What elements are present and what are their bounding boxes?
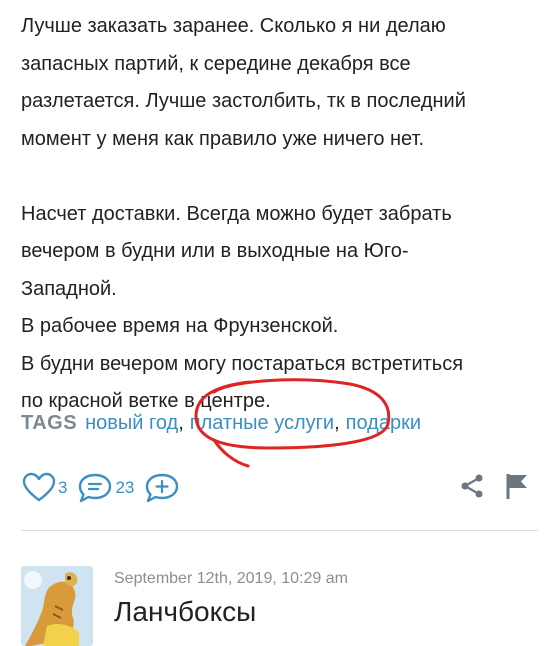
- add-comment-icon[interactable]: [144, 472, 180, 504]
- post-actions-right: [459, 470, 529, 506]
- tags-row: TAGS новый год, платные услуги, подарки: [21, 404, 421, 442]
- post-body: Лучше заказать заранее. Сколько я ни дел…: [21, 8, 541, 421]
- post-line: Западной.: [21, 277, 117, 300]
- tag-link-new-year[interactable]: новый год: [85, 412, 178, 434]
- post-line: Насчет доставки. Всегда можно будет забр…: [21, 202, 452, 225]
- post-line: разлетается. Лучше застолбить, тк в посл…: [21, 90, 466, 112]
- post-line: В рабочее время на Фрунзенской.: [21, 315, 339, 337]
- post-line: момент у меня как правило уже ничего нет…: [21, 127, 425, 150]
- post-line: Лучше заказать заранее. Сколько я ни дел…: [21, 15, 446, 37]
- tag-link-gifts[interactable]: подарки: [346, 412, 421, 434]
- heart-icon[interactable]: [22, 472, 56, 504]
- tag-separator: ,: [334, 412, 340, 434]
- section-divider: [21, 530, 538, 531]
- tag-link-paid-services[interactable]: платные услуги: [190, 412, 334, 434]
- comment-icon[interactable]: [77, 472, 113, 504]
- share-icon[interactable]: [459, 473, 485, 504]
- tags-label: TAGS: [21, 412, 78, 434]
- comment-count[interactable]: 23: [115, 478, 134, 498]
- flag-icon[interactable]: [505, 472, 529, 505]
- post-line: вечером в будни или в выходные на Юго-: [21, 240, 409, 262]
- tag-separator: ,: [178, 412, 184, 434]
- post-date: September 12th, 2019, 10:29 am: [114, 570, 348, 587]
- post-title[interactable]: Ланчбоксы: [114, 596, 256, 628]
- post-actions: 3 23: [22, 470, 180, 506]
- post-line: В будни вечером могу постараться встрети…: [21, 352, 464, 375]
- post-line: запасных партий, к середине декабря все: [21, 52, 411, 75]
- post-thumbnail[interactable]: [21, 566, 93, 646]
- like-count[interactable]: 3: [58, 478, 67, 498]
